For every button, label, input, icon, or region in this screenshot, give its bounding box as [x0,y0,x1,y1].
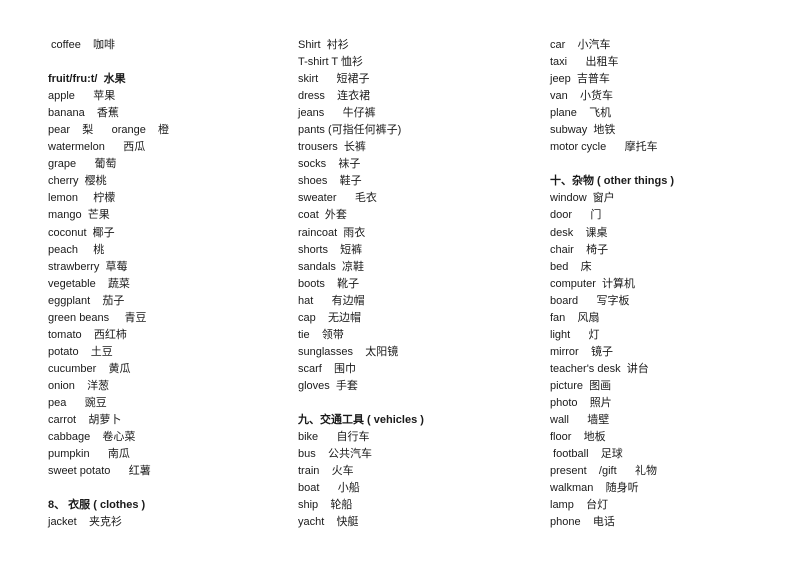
vocab-entry: dress 连衣裙 [298,90,371,103]
vocab-entry: jeep 吉普车 [550,73,610,86]
vocab-entry: pear 梨 orange 橙 [48,124,170,137]
vocab-entry: desk 课桌 [550,226,608,239]
vocab-entry: phone 电话 [550,516,615,529]
vocab-entry: banana 香蕉 [48,107,119,120]
vocab-entry: grape 葡萄 [48,158,117,171]
vocab-entry: sweet potato 红薯 [48,465,151,478]
vocab-entry: T-shirt T 恤衫 [298,56,363,69]
vocab-entry: train 火车 [298,465,354,478]
vocab-entry: motor cycle 摩托车 [550,141,658,154]
vocab-entry: pumpkin 南瓜 [48,448,130,461]
vocab-column-2: Shirt 衬衫 T-shirt T 恤衫 skirt 短裙子 dress 连衣裙 je… [298,37,424,531]
vocab-entry: boat 小船 [298,482,360,495]
vocab-entry: coffee 咖啡 [48,39,116,51]
vocab-entry: onion 洋葱 [48,379,110,392]
vocab-entry: cabbage 卷心菜 [48,431,136,444]
section-heading: 8、 衣服 ( clothes ) [48,499,146,512]
vocab-entry: sandals 凉鞋 [298,260,365,273]
vocab-entry: gloves 手套 [298,379,358,392]
vocab-entry: bed 床 [550,260,592,273]
vocab-entry: light 灯 [550,328,600,341]
vocab-entry: walkman 随身听 [550,482,639,495]
vocab-entry: door 门 [550,209,602,222]
vocab-entry: present /gift 礼物 [550,465,657,478]
vocab-entry: strawberry 草莓 [48,260,128,273]
section-heading: fruit/fru:t/ 水果 [48,73,126,86]
vocab-entry: jeans 牛仔裤 [298,107,376,120]
vocab-entry: shoes 鞋子 [298,175,362,188]
vocab-entry: wall 墙壁 [550,414,610,427]
vocab-entry: shorts 短裤 [298,243,363,256]
vocab-entry: subway 地铁 [550,124,616,137]
vocab-entry: cap 无边帽 [298,311,361,324]
vocab-entry: trousers 长裤 [298,141,366,154]
vocab-entry: skirt 短裙子 [298,73,370,86]
vocab-entry: peach 桃 [48,243,105,256]
vocab-entry: watermelon 西瓜 [48,141,146,154]
vocab-entry: cherry 樱桃 [48,175,107,188]
vocab-entry: photo 照片 [550,396,612,409]
vocab-entry: jacket 夹克衫 [48,516,122,529]
vocab-entry: scarf 围巾 [298,362,357,375]
vocab-entry: apple 苹果 [48,90,116,103]
vocab-entry: eggplant 茄子 [48,294,125,307]
vocab-entry: vegetable 蔬菜 [48,277,130,290]
vocab-entry: coat 外套 [298,209,347,222]
vocab-entry: fan 风扇 [550,311,600,324]
vocab-entry: lemon 柠檬 [48,192,116,205]
vocab-entry: lamp 台灯 [550,499,609,512]
vocab-entry: van 小货车 [550,90,613,103]
vocab-entry: football 足球 [550,448,623,461]
vocab-entry: yacht 快艇 [298,516,359,529]
vocab-entry: pants (可指任何裤子) [298,124,402,137]
vocab-entry: chair 椅子 [550,243,609,256]
vocab-entry: mirror 镜子 [550,345,613,358]
vocab-entry: sweater 毛衣 [298,192,377,205]
vocab-entry: potato 土豆 [48,345,113,358]
vocab-entry: green beans 青豆 [48,311,147,324]
vocab-entry: tomato 西红柿 [48,328,127,341]
vocab-entry: coconut 椰子 [48,226,115,239]
vocab-entry: raincoat 雨衣 [298,226,366,239]
vocab-entry: bike 自行车 [298,431,370,444]
vocab-column-3: car 小汽车 taxi 出租车 jeep 吉普车 van 小货车 plane 飞机 su… [550,37,674,531]
vocab-entry: socks 袜子 [298,158,361,171]
section-heading: 九、交通工具 ( vehicles ) [298,414,424,427]
vocab-entry: plane 飞机 [550,107,612,120]
vocab-entry: carrot 胡萝卜 [48,414,122,427]
vocab-column-1: coffee 咖啡 fruit/fru:t/ 水果 apple 苹果 banana 香… [48,37,169,531]
vocab-entry: boots 靴子 [298,277,360,290]
vocab-entry: window 窗户 [550,192,615,205]
vocab-entry: taxi 出租车 [550,56,619,69]
vocab-entry: pea 豌豆 [48,396,107,409]
vocab-entry: board 写字板 [550,294,630,307]
vocab-entry: car 小汽车 [550,39,611,51]
vocab-entry: floor 地板 [550,431,606,444]
vocab-entry: ship 轮船 [298,499,353,512]
vocab-entry: bus 公共汽车 [298,448,372,461]
vocab-entry: Shirt 衬衫 [298,39,349,51]
vocab-entry: hat 有边帽 [298,294,365,307]
vocab-entry: sunglasses 太阳镜 [298,345,399,358]
vocab-entry: mango 芒果 [48,209,110,222]
vocab-entry: tie 领带 [298,328,344,341]
section-heading: 十、杂物 ( other things ) [550,175,675,188]
vocab-entry: computer 计算机 [550,277,635,290]
vocab-entry: cucumber 黄瓜 [48,362,131,375]
vocab-entry: picture 图画 [550,379,612,392]
vocab-entry: teacher's desk 讲台 [550,362,649,375]
